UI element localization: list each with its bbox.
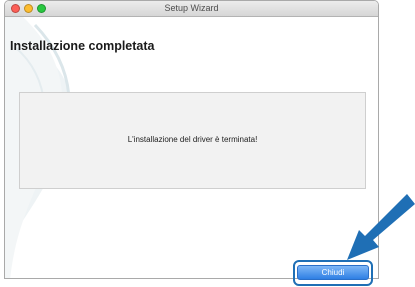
setup-wizard-window: Setup Wizard Installazione completata L'…: [4, 0, 379, 279]
message-panel: L'installazione del driver è terminata!: [19, 92, 366, 189]
pointer-arrow-icon: [347, 194, 415, 260]
page-title: Installazione completata: [10, 39, 155, 53]
completion-message: L'installazione del driver è terminata!: [127, 135, 258, 144]
title-bar: Setup Wizard: [5, 1, 378, 17]
window-title: Setup Wizard: [164, 3, 219, 13]
